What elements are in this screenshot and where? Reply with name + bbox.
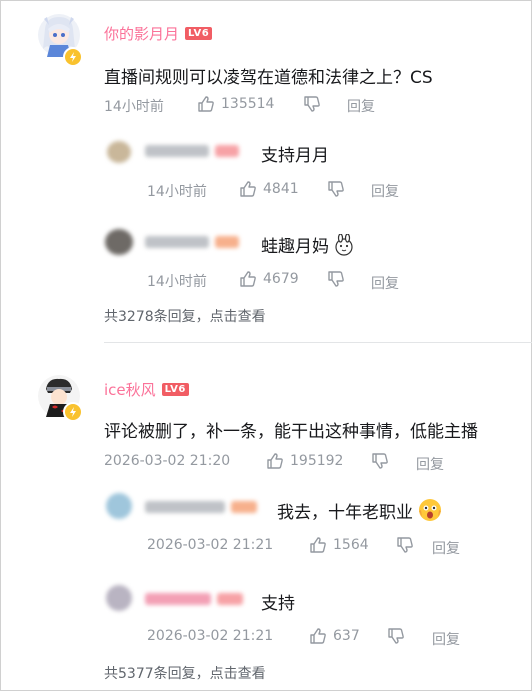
reply-reply-button[interactable]: 回复 xyxy=(432,538,460,558)
view-more-replies-link[interactable]: 共5377条回复，点击查看 xyxy=(104,663,266,683)
reply-username-blurred[interactable] xyxy=(145,593,243,605)
reply-like-count: 637 xyxy=(333,628,360,644)
reply-avatar[interactable] xyxy=(105,229,133,255)
lightning-badge-icon xyxy=(63,47,83,67)
thumb-up-icon xyxy=(310,537,326,553)
view-more-replies-link[interactable]: 共3278条回复，点击查看 xyxy=(104,306,266,326)
reply-content: 支持 xyxy=(261,594,295,614)
reply-dislike-button[interactable] xyxy=(396,536,414,554)
reply-content: 蛙趣月妈 xyxy=(261,237,329,257)
reply-avatar[interactable] xyxy=(107,141,131,163)
like-button[interactable]: 195192 xyxy=(266,452,343,470)
level-badge: LV6 xyxy=(185,27,213,40)
thumb-down-icon xyxy=(304,96,320,112)
reply-button[interactable]: 回复 xyxy=(347,96,375,116)
reply-reply-button[interactable]: 回复 xyxy=(432,629,460,649)
comment-content: 评论被删了，补一条，能干出这种事情，低能主播 xyxy=(104,422,478,442)
like-count: 135514 xyxy=(221,96,275,112)
thumb-up-icon xyxy=(198,96,214,112)
reply-dislike-button[interactable] xyxy=(387,627,405,645)
thumb-down-icon xyxy=(328,181,344,197)
dislike-button[interactable] xyxy=(303,95,321,113)
comment-time: 14小时前 xyxy=(104,99,164,115)
reply-button[interactable]: 回复 xyxy=(416,454,444,474)
shocked-face-emoji-icon xyxy=(419,499,441,521)
thumb-down-icon xyxy=(372,453,388,469)
dislike-button[interactable] xyxy=(371,452,389,470)
reply-avatar[interactable] xyxy=(106,585,132,611)
reply-reply-button[interactable]: 回复 xyxy=(371,273,399,293)
reply-like-count: 4679 xyxy=(263,271,299,287)
reply-content: 我去，十年老职业 xyxy=(277,502,413,523)
reply-avatar[interactable] xyxy=(106,493,132,519)
thumb-down-icon xyxy=(328,271,344,287)
thumb-down-icon xyxy=(388,628,404,644)
reply-like-count: 4841 xyxy=(263,181,299,197)
comment-username-row: 你的影月月 LV6 xyxy=(104,23,213,44)
comment-content: 直播间规则可以凌驾在道德和法律之上？CS xyxy=(104,68,433,88)
comment-time: 2026-03-02 21:20 xyxy=(104,453,231,469)
bunny-emoji-icon xyxy=(335,233,353,256)
reply-like-button[interactable]: 1564 xyxy=(309,536,369,554)
comment-divider xyxy=(104,342,532,343)
reply-time: 2026-03-02 21:21 xyxy=(147,628,274,644)
reply-username-blurred[interactable] xyxy=(145,236,239,248)
thumb-up-icon xyxy=(267,453,283,469)
like-count: 195192 xyxy=(290,453,344,469)
reply-time: 14小时前 xyxy=(147,184,207,200)
reply-time: 14小时前 xyxy=(147,274,207,290)
reply-username-blurred[interactable] xyxy=(145,501,257,513)
level-badge: LV6 xyxy=(161,383,189,396)
comment-username[interactable]: 你的影月月 xyxy=(104,23,179,44)
reply-dislike-button[interactable] xyxy=(327,270,345,288)
thumb-up-icon xyxy=(240,181,256,197)
lightning-badge-icon xyxy=(63,402,83,422)
reply-like-button[interactable]: 4841 xyxy=(239,180,299,198)
comment-username[interactable]: ice秋风 xyxy=(104,379,156,400)
reply-dislike-button[interactable] xyxy=(327,180,345,198)
reply-content-row: 我去，十年老职业 xyxy=(277,497,443,523)
reply-like-count: 1564 xyxy=(333,537,369,553)
thumb-up-icon xyxy=(240,271,256,287)
reply-username-blurred[interactable] xyxy=(145,145,239,157)
comment-username-row: ice秋风 LV6 xyxy=(104,379,189,400)
reply-content-row: 蛙趣月妈 xyxy=(261,232,355,257)
reply-time: 2026-03-02 21:21 xyxy=(147,537,274,553)
reply-reply-button[interactable]: 回复 xyxy=(371,181,399,201)
reply-like-button[interactable]: 637 xyxy=(309,627,360,645)
thumb-up-icon xyxy=(310,628,326,644)
reply-like-button[interactable]: 4679 xyxy=(239,270,299,288)
thumb-down-icon xyxy=(397,537,413,553)
reply-content: 支持月月 xyxy=(261,146,329,166)
like-button[interactable]: 135514 xyxy=(197,95,274,113)
